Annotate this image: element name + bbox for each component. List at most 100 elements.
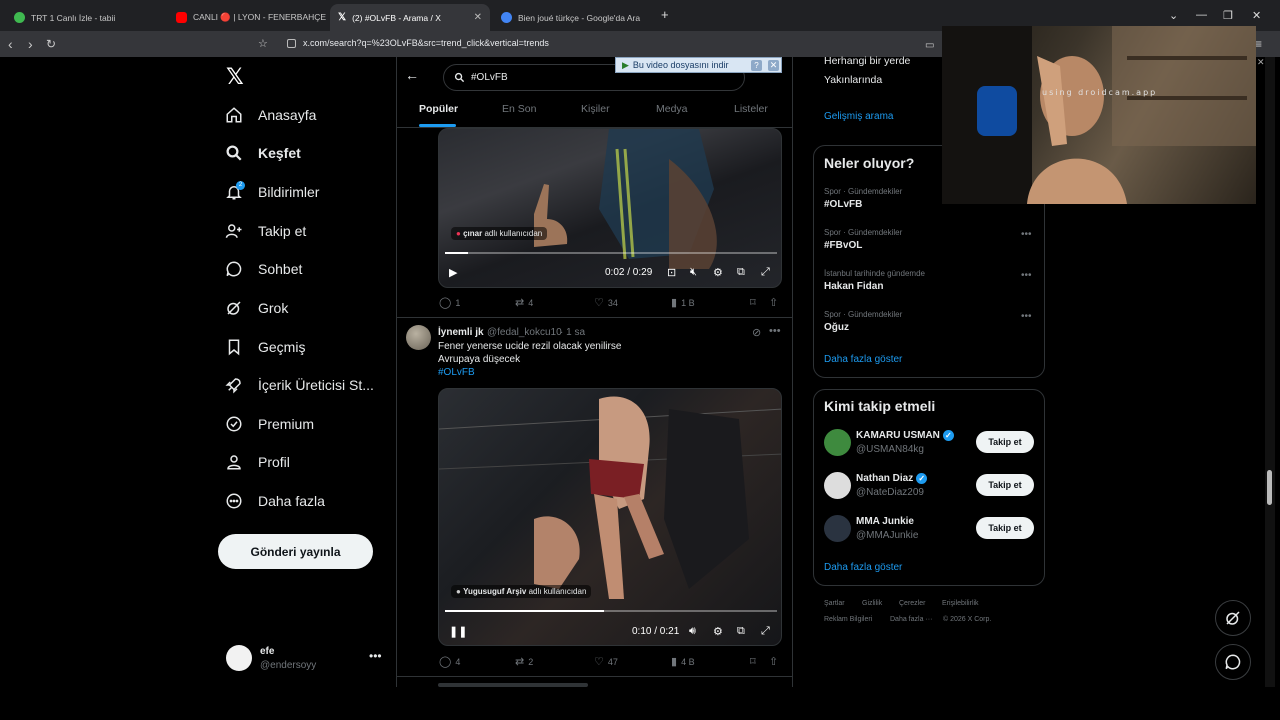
tab-search-icon[interactable]: ⌄ [1169, 9, 1178, 22]
reply-button[interactable]: ◯ 4 [439, 655, 460, 668]
suggestion-avatar[interactable] [824, 515, 851, 542]
footer-accessibility-link[interactable]: Erişilebilirlik [942, 600, 979, 607]
volume-icon[interactable]: 🔊︎ [689, 625, 696, 638]
nav-creator-studio[interactable]: İçerik Üreticisi St... [224, 372, 374, 398]
trend-more-icon[interactable]: ••• [1021, 229, 1032, 240]
post-button[interactable]: Gönderi yayınla [218, 534, 373, 569]
pip-icon[interactable]: ⧉ [737, 625, 745, 638]
tweet2-time[interactable]: · 1 sa [560, 327, 585, 338]
pause-icon[interactable]: ❚❚ [449, 625, 467, 638]
page-scrollbar[interactable] [1265, 57, 1275, 687]
views-button[interactable]: ▮ 4 B [671, 655, 695, 668]
browser-tab-trt[interactable]: TRT 1 Canlı İzle - tabii [6, 4, 166, 31]
close-icon[interactable]: ✕ [768, 59, 779, 71]
suggestion-name[interactable]: MMA Junkie [856, 516, 914, 527]
window-close-icon[interactable]: ✕ [1252, 9, 1261, 22]
footer-privacy-link[interactable]: Gizlilik [862, 600, 882, 607]
trends-show-more-link[interactable]: Daha fazla göster [824, 354, 902, 365]
advanced-search-link[interactable]: Gelişmiş arama [824, 111, 893, 122]
nav-more[interactable]: Daha fazla [224, 488, 325, 514]
messages-fab[interactable] [1215, 644, 1251, 680]
tweet2-author-name[interactable]: İynemli jk [438, 327, 484, 338]
tweet-more-icon[interactable]: ••• [769, 325, 781, 337]
new-tab-icon[interactable]: + [661, 7, 669, 22]
back-arrow-icon[interactable]: ← [405, 67, 419, 83]
follow-button[interactable]: Takip et [976, 431, 1034, 453]
suggestion-avatar[interactable] [824, 472, 851, 499]
grok-explain-icon[interactable]: ⊘ [752, 326, 761, 339]
suggestion-avatar[interactable] [824, 429, 851, 456]
reply-button[interactable]: ◯ 1 [439, 296, 460, 309]
repost-button[interactable]: ⇄ 2 [515, 655, 533, 668]
mute-icon[interactable]: 🔇︎ [690, 266, 697, 279]
footer-ads-link[interactable]: Reklam Bilgileri [824, 616, 872, 623]
follow-button[interactable]: Takip et [976, 474, 1034, 496]
trend-item[interactable]: Hakan Fidan [824, 281, 883, 292]
video-progress-bar[interactable] [445, 252, 777, 254]
video-download-bar[interactable]: ▶ Bu video dosyasını indir ? ✕ [615, 57, 782, 73]
grok-fab[interactable] [1215, 600, 1251, 636]
nav-premium[interactable]: Premium [224, 411, 314, 437]
captions-icon[interactable]: ⊡ [667, 266, 676, 279]
share-button[interactable]: ⇧ [769, 655, 778, 668]
footer-cookies-link[interactable]: Çerezler [899, 600, 925, 607]
repost-button[interactable]: ⇄ 4 [515, 296, 533, 309]
fullscreen-icon[interactable]: ⤢ [761, 266, 770, 279]
footer-more-link[interactable]: Daha fazla ··· [890, 616, 932, 623]
trend-item[interactable]: #FBvOL [824, 240, 862, 251]
nav-grok[interactable]: Grok [224, 295, 288, 321]
url-input[interactable]: x.com/search?q=%23OLvFB&src=trend_click&… [303, 38, 549, 48]
views-button[interactable]: ▮ 1 B [671, 296, 695, 309]
tab-people[interactable]: Kişiler [581, 103, 610, 115]
minimize-icon[interactable]: — [1196, 9, 1207, 21]
settings-icon[interactable]: ⚙ [713, 625, 723, 638]
suggestion-name[interactable]: KAMARU USMAN ✓ [856, 430, 954, 441]
tweet2-handle[interactable]: @fedal_kokcu10 [487, 327, 562, 338]
forward-icon[interactable]: › [28, 35, 33, 53]
trend-item[interactable]: Oğuz [824, 322, 849, 333]
follow-button[interactable]: Takip et [976, 517, 1034, 539]
nav-profile[interactable]: Profil [224, 449, 290, 475]
video-progress-bar[interactable] [445, 610, 777, 612]
trend-more-icon[interactable]: ••• [1021, 311, 1032, 322]
location-option-nearby[interactable]: Yakınlarında [824, 74, 882, 86]
trend-more-icon[interactable]: ••• [1021, 270, 1032, 281]
browser-tab-x[interactable]: 𝕏 (2) #OLvFB - Arama / X ✕ [330, 4, 490, 31]
like-button[interactable]: ♡ 47 [594, 655, 618, 668]
back-icon[interactable]: ‹ [8, 35, 13, 53]
follow-show-more-link[interactable]: Daha fazla göster [824, 562, 902, 573]
share-button[interactable]: ⇧ [769, 296, 778, 309]
tab-media[interactable]: Medya [656, 103, 688, 115]
settings-icon[interactable]: ⚙ [713, 266, 723, 279]
tweet1-video[interactable]: ● çınar adlı kullanıcıdan ▶ 0:02 / 0:29 … [438, 128, 782, 288]
trend-item[interactable]: #OLvFB [824, 199, 862, 210]
fullscreen-icon[interactable]: ⤢ [761, 625, 770, 638]
help-icon[interactable]: ? [751, 59, 762, 71]
reload-icon[interactable]: ↻ [46, 35, 56, 53]
maximize-icon[interactable]: ❐ [1223, 9, 1233, 22]
tweet2-video[interactable]: ● Yugusuguf Arşiv adlı kullanıcıdan ❚❚ 0… [438, 388, 782, 646]
nav-home[interactable]: Anasayfa [224, 102, 316, 128]
suggestion-name[interactable]: Nathan Diaz ✓ [856, 473, 928, 484]
browser-tab-youtube[interactable]: CANLI 🔴 | LYON - FENERBAHÇE Ma: [168, 4, 326, 31]
tab-lists[interactable]: Listeler [734, 103, 768, 115]
tweet2-hashtag[interactable]: #OLvFB [438, 367, 475, 378]
scrollbar-thumb[interactable] [1267, 470, 1272, 505]
account-more-icon[interactable]: ••• [369, 649, 382, 663]
nav-explore[interactable]: Keşfet [224, 140, 301, 166]
user-avatar[interactable] [226, 645, 252, 671]
bookmark-star-icon[interactable]: ☆ [258, 35, 268, 53]
nav-chat[interactable]: Sohbet [224, 256, 302, 282]
tweet2-avatar[interactable] [406, 325, 431, 350]
x-logo-icon[interactable]: 𝕏 [226, 65, 244, 90]
bookmark-button[interactable]: ⌑ [750, 296, 756, 309]
nav-history[interactable]: Geçmiş [224, 334, 305, 360]
play-icon[interactable]: ▶ [449, 266, 457, 279]
overlay-close-icon[interactable]: ✕ [1257, 57, 1265, 68]
footer-terms-link[interactable]: Şartlar [824, 600, 845, 607]
location-option-anywhere[interactable]: Herhangi bir yerde [824, 55, 910, 67]
cast-icon[interactable]: ▭ [925, 37, 934, 55]
browser-menu-icon[interactable]: ≡ [1255, 35, 1262, 53]
nav-follow[interactable]: Takip et [224, 218, 306, 244]
like-button[interactable]: ♡ 34 [594, 296, 618, 309]
